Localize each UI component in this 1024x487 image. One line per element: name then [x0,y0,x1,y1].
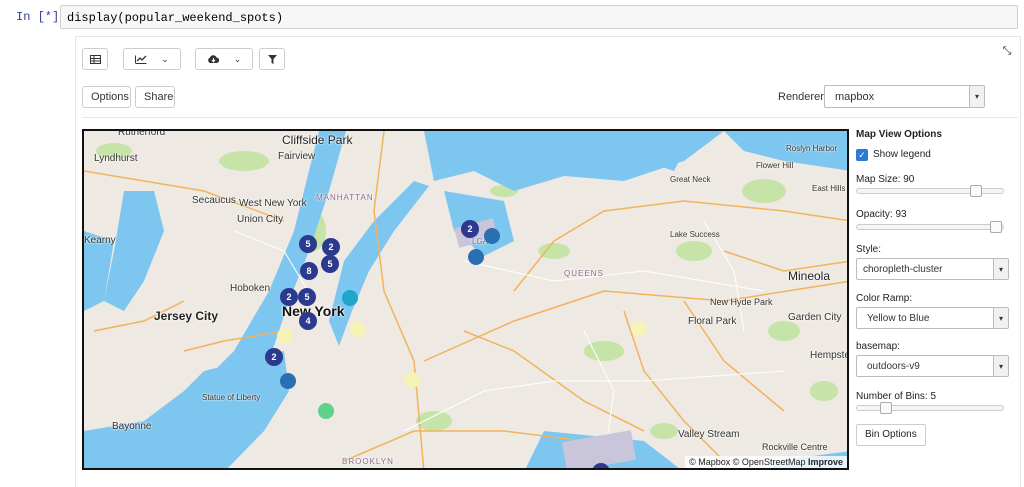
point-marker[interactable] [342,290,358,306]
place-label: Lake Success [670,230,720,239]
style-select[interactable]: choropleth-cluster ▾ [856,258,1009,280]
borough-label: MANHATTAN [316,193,374,202]
table-icon [89,54,101,64]
place-label: Hempstead [810,350,847,361]
place-label: Cliffside Park [282,133,353,147]
options-button[interactable]: Options [82,86,131,108]
map-attribution: © Mapbox © OpenStreetMap Improve [685,456,847,468]
chevron-down-icon: ▾ [969,86,984,107]
place-label: Secaucus [192,195,236,206]
place-label: Garden City [788,312,842,323]
attribution-text[interactable]: © Mapbox © OpenStreetMap [689,457,805,467]
place-label: Roslyn Harbor [786,144,838,153]
bins-slider[interactable] [856,402,1004,414]
filter-icon [267,54,277,64]
divider [82,117,1018,118]
slider-handle[interactable] [990,221,1002,233]
place-label: Rutherford [118,129,166,138]
basemap-value: outdoors-v9 [867,361,920,372]
cluster-marker[interactable]: 5 [298,288,316,306]
line-chart-icon [135,55,147,64]
chart-type-button[interactable]: ⌄ [123,48,181,70]
map-size-label: Map Size: 90 [856,174,915,185]
point-marker[interactable] [468,249,484,265]
place-label: New Hyde Park [710,297,773,307]
color-ramp-value: Yellow to Blue [867,313,930,324]
cloud-download-icon [207,54,219,63]
cluster-marker[interactable]: 2 [322,238,340,256]
basemap-select[interactable]: outdoors-v9 ▾ [856,355,1009,377]
cluster-marker[interactable]: 2 [461,220,479,238]
point-marker[interactable] [350,321,366,337]
code-input[interactable]: display(popular_weekend_spots) [60,5,1018,29]
place-label: Kearny [84,235,116,246]
map-size-slider[interactable] [856,185,1004,197]
share-button[interactable]: Share [135,86,175,108]
borough-label: BROOKLYN [342,457,394,466]
map-view-options-panel: Map View Options ✓ Show legend Map Size:… [850,129,1020,470]
color-ramp-label: Color Ramp: [856,293,913,304]
basemap-label: basemap: [856,341,900,352]
borough-label: QUEENS [564,269,604,278]
style-value: choropleth-cluster [863,264,943,275]
cluster-marker[interactable]: 5 [321,255,339,273]
place-label: Hoboken [230,283,271,294]
panel-title: Map View Options [856,129,942,140]
place-label: Valley Stream [678,429,740,440]
renderer-value: mapbox [835,91,875,103]
cell-prompt: In [*]: [16,10,67,24]
collapse-icon[interactable]: ⤡ [1001,45,1013,57]
place-label: Mineola [788,269,831,283]
point-marker[interactable] [277,328,293,344]
point-marker[interactable] [280,373,296,389]
style-label: Style: [856,244,882,255]
show-legend-label: Show legend [873,149,931,160]
map-canvas[interactable]: Rutherford Lyndhurst Cliffside Park Fair… [82,129,849,470]
place-label: Floral Park [688,316,737,327]
opacity-label: Opacity: 93 [856,209,907,220]
place-label: Lyndhurst [94,153,138,164]
bins-label: Number of Bins: 5 [856,391,937,402]
place-label: Jersey City [154,309,219,323]
place-label: West New York [239,198,307,209]
slider-handle[interactable] [880,402,892,414]
cluster-marker[interactable]: 8 [300,262,318,280]
cluster-marker[interactable]: 4 [299,312,317,330]
point-marker[interactable] [404,372,420,388]
place-label: Union City [237,214,284,225]
point-marker[interactable] [631,321,647,337]
place-label: Statue of Liberty [202,393,261,402]
improve-link[interactable]: Improve [808,457,843,467]
chevron-down-icon: ▾ [993,308,1008,328]
renderer-label: Renderer: [778,91,827,103]
place-label: Fairview [278,151,316,162]
cluster-marker[interactable]: 2 [265,348,283,366]
place-label: Rockville Centre [762,442,828,452]
point-marker[interactable] [484,228,500,244]
place-label: Great Neck [670,175,711,184]
notebook-cell: In [*]: display(popular_weekend_spots) ⤡… [0,0,1024,487]
download-button[interactable]: ⌄ [195,48,253,70]
chevron-down-icon: ⌄ [161,53,169,64]
place-label: Flower Hill [756,161,794,170]
cluster-marker[interactable]: 2 [280,288,298,306]
place-label: East Hills [812,184,846,193]
chevron-down-icon: ⌄ [233,53,242,64]
color-ramp-select[interactable]: Yellow to Blue ▾ [856,307,1009,329]
bin-options-button[interactable]: Bin Options [856,424,926,446]
chevron-down-icon: ▾ [993,259,1008,279]
chevron-down-icon: ▾ [993,356,1008,376]
table-view-button[interactable] [82,48,108,70]
point-marker[interactable] [318,403,334,419]
place-label: Bayonne [112,421,152,432]
cluster-marker[interactable]: 5 [299,235,317,253]
slider-handle[interactable] [970,185,982,197]
filter-button[interactable] [259,48,285,70]
renderer-select[interactable]: mapbox ▾ [824,85,985,108]
opacity-slider[interactable] [856,221,1004,233]
show-legend-checkbox[interactable]: ✓ [856,149,868,161]
